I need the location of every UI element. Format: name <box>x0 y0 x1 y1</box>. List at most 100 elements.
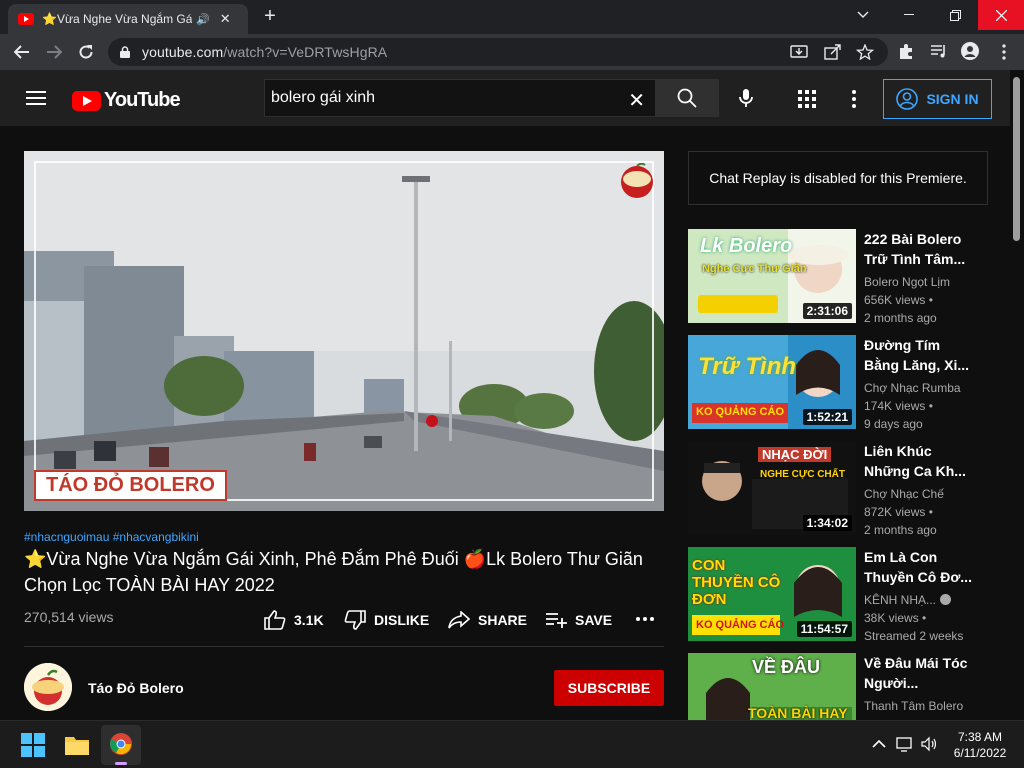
system-clock[interactable]: 7:38 AM 6/11/2022 <box>940 729 1020 761</box>
account-circle-icon <box>896 88 919 110</box>
address-bar[interactable]: youtube.com/watch?v=VeDRTwsHgRA <box>108 38 888 66</box>
recommendation-item[interactable]: Trữ Tình KO QUẢNG CÁO 1:52:21 Đường Tím … <box>688 335 988 431</box>
youtube-play-icon <box>72 90 101 111</box>
recommendation-title[interactable]: Liên Khúc Những Ca Kh... <box>864 441 974 481</box>
media-control-icon[interactable] <box>930 42 948 60</box>
search-query: bolero gái xinh <box>271 89 376 106</box>
tab-close-icon[interactable]: ✕ <box>220 11 231 27</box>
sign-in-button[interactable]: SIGN IN <box>883 79 992 119</box>
upload-age: 2 months ago <box>864 523 937 537</box>
share-button[interactable]: SHARE <box>448 607 527 633</box>
like-count: 3.1K <box>294 612 324 628</box>
recommendation-meta: Chợ Nhạc Chế 872K views • 2 months ago <box>864 485 984 539</box>
save-button[interactable]: SAVE <box>545 607 612 633</box>
clock-date: 6/11/2022 <box>953 746 1007 760</box>
channel-name[interactable]: Chợ Nhạc Chế <box>864 485 984 503</box>
recommendation-title[interactable]: Về Đâu Mái Tóc Người... <box>864 653 974 693</box>
forward-button[interactable] <box>42 40 66 64</box>
view-count: 38K views • <box>864 611 927 625</box>
settings-more-icon[interactable] <box>852 90 856 108</box>
video-frame-border <box>34 161 654 501</box>
recommendation-meta: KÊNH NHẠ... 38K views • Streamed 2 weeks <box>864 591 984 645</box>
chrome-menu-icon[interactable] <box>992 40 1016 64</box>
video-hashtags[interactable]: #nhacnguoimau #nhacvangbikini <box>24 530 199 544</box>
recommendation-title[interactable]: Em Là Con Thuyền Cô Đơ... <box>864 547 974 587</box>
video-thumbnail[interactable]: NHẠC ĐỜI NGHE CỰC CHẤT 1:34:02 <box>688 441 856 535</box>
chrome-icon <box>110 733 132 755</box>
channel-avatar[interactable] <box>24 663 72 711</box>
recommendation-item[interactable]: VỀ ĐÂU TOÀN BÀI HAY Về Đâu Mái Tóc Người… <box>688 653 988 720</box>
dislike-button[interactable]: DISLIKE <box>344 607 429 633</box>
thumbs-down-icon <box>344 610 366 630</box>
youtube-header: YouTube bolero gái xinh ✕ SIGN IN <box>0 70 1024 126</box>
video-duration: 1:52:21 <box>802 409 852 425</box>
back-button[interactable] <box>10 40 34 64</box>
recommendation-item[interactable]: CON THUYỀN CÔ ĐƠN KO QUẢNG CÁO 11:54:57 … <box>688 547 988 643</box>
brand-overlay-label: TÁO ĐỎ BOLERO <box>34 470 227 501</box>
like-button[interactable]: 3.1K <box>264 607 324 633</box>
upload-age: Streamed 2 weeks <box>864 629 964 643</box>
video-title: ⭐Vừa Nghe Vừa Ngắm Gái Xinh, Phê Đắm Phê… <box>24 549 643 595</box>
channel-name[interactable]: KÊNH NHẠ... <box>864 591 984 609</box>
chat-replay-notice: Chat Replay is disabled for this Premier… <box>688 151 988 205</box>
channel-name[interactable]: Thanh Tâm Bolero <box>864 697 984 715</box>
recommendation-title[interactable]: Đường Tím Bằng Lăng, Xi... <box>864 335 974 375</box>
active-app-indicator <box>115 762 127 765</box>
microphone-icon[interactable] <box>736 88 756 108</box>
hamburger-menu-icon[interactable] <box>26 91 46 105</box>
video-thumbnail[interactable]: VỀ ĐÂU TOÀN BÀI HAY <box>688 653 856 720</box>
recommendation-item[interactable]: Lk Bolero Nghe Cực Thư Giãn 2:31:06 222 … <box>688 229 988 325</box>
new-tab-button[interactable]: + <box>260 6 280 26</box>
channel-name[interactable]: Bolero Ngọt Lịm <box>864 273 984 291</box>
recommendation-meta: Chợ Nhạc Rumba 174K views • 9 days ago <box>864 379 984 433</box>
windows-start-icon[interactable] <box>19 731 47 759</box>
recommendation-meta: Thanh Tâm Bolero <box>864 697 984 715</box>
video-thumbnail[interactable]: Lk Bolero Nghe Cực Thư Giãn 2:31:06 <box>688 229 856 323</box>
more-actions-icon[interactable] <box>636 617 654 621</box>
share-icon[interactable] <box>824 44 842 60</box>
view-count: 174K views • <box>864 399 933 413</box>
extensions-puzzle-icon[interactable] <box>897 42 915 60</box>
thumbs-up-icon <box>264 610 286 630</box>
browser-tab[interactable]: ⭐Vừa Nghe Vừa Ngắm Gái X 🔊 ✕ <box>8 4 248 34</box>
show-hidden-icons-icon[interactable] <box>870 735 888 753</box>
bookmark-star-icon[interactable] <box>856 44 874 60</box>
video-player[interactable] <box>24 151 664 511</box>
apps-grid-icon[interactable] <box>798 90 816 108</box>
restore-button[interactable] <box>932 0 978 30</box>
search-icon <box>677 88 697 108</box>
upload-age: 2 months ago <box>864 311 937 325</box>
search-input[interactable]: bolero gái xinh ✕ <box>264 79 656 117</box>
file-explorer-icon[interactable] <box>63 731 91 759</box>
upload-age: 9 days ago <box>864 417 923 431</box>
chrome-taskbar-button[interactable] <box>101 725 141 765</box>
profile-icon[interactable] <box>961 42 979 60</box>
scrollbar-thumb[interactable] <box>1013 77 1020 241</box>
youtube-logo[interactable]: YouTube <box>72 89 181 112</box>
volume-icon[interactable] <box>920 735 938 753</box>
close-window-button[interactable] <box>978 0 1024 30</box>
share-arrow-icon <box>448 611 470 629</box>
section-divider <box>24 646 664 647</box>
video-duration: 11:54:57 <box>796 621 852 637</box>
channel-name[interactable]: Táo Đỏ Bolero <box>88 680 184 696</box>
recommendation-title[interactable]: 222 Bài Bolero Trữ Tình Tâm... <box>864 229 974 269</box>
channel-watermark-logo <box>621 163 653 198</box>
video-thumbnail[interactable]: Trữ Tình KO QUẢNG CÁO 1:52:21 <box>688 335 856 429</box>
speaker-icon[interactable]: 🔊 <box>196 13 210 26</box>
recommendation-meta: Bolero Ngọt Lịm 656K views • 2 months ag… <box>864 273 984 327</box>
channel-name[interactable]: Chợ Nhạc Rumba <box>864 379 984 397</box>
browser-toolbar: youtube.com/watch?v=VeDRTwsHgRA <box>0 34 1024 70</box>
tab-search-icon[interactable] <box>840 0 886 30</box>
network-icon[interactable] <box>896 735 914 753</box>
reload-button[interactable] <box>74 40 98 64</box>
video-thumbnail[interactable]: CON THUYỀN CÔ ĐƠN KO QUẢNG CÁO 11:54:57 <box>688 547 856 641</box>
install-app-icon[interactable] <box>790 44 808 60</box>
search-button[interactable] <box>655 79 719 117</box>
clear-search-icon[interactable]: ✕ <box>628 88 645 113</box>
minimize-button[interactable] <box>886 0 932 30</box>
browser-tab-strip: ⭐Vừa Nghe Vừa Ngắm Gái X 🔊 ✕ + <box>0 0 1024 34</box>
tab-title: ⭐Vừa Nghe Vừa Ngắm Gái X <box>42 12 192 26</box>
subscribe-button[interactable]: SUBSCRIBE <box>554 670 664 706</box>
recommendation-item[interactable]: NHẠC ĐỜI NGHE CỰC CHẤT 1:34:02 Liên Khúc… <box>688 441 988 537</box>
